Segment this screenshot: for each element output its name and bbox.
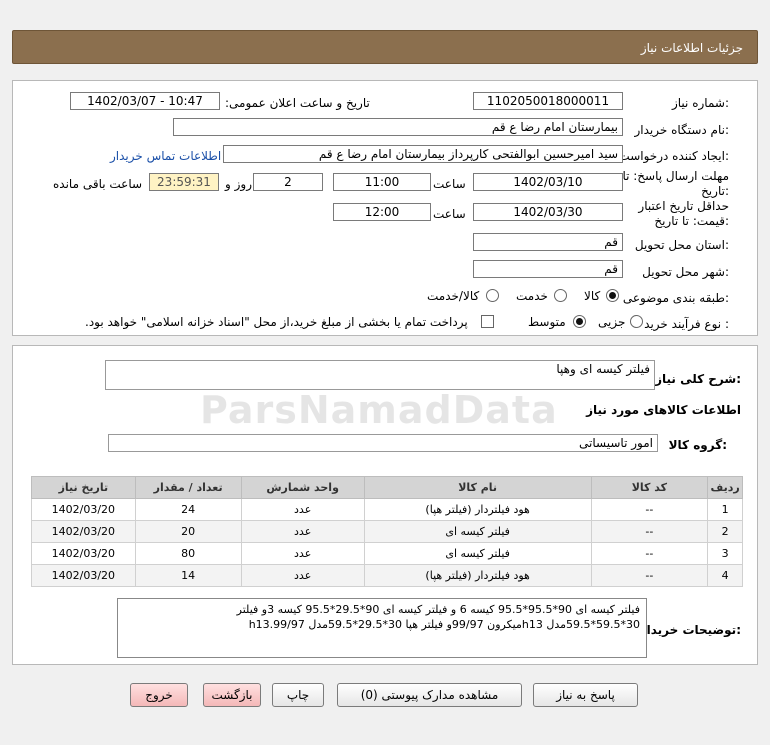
validity-label-2: قیمت: تا تاریخ: xyxy=(654,214,729,228)
page-title: جزئیات اطلاعات نیاز xyxy=(640,41,743,55)
cell-name: هود فیلتردار (فیلتر هپا) xyxy=(363,564,592,587)
table-row: 2 -- فیلتر کیسه ای عدد 20 1402/03/20 xyxy=(31,520,743,543)
cell-quantity: 24 xyxy=(134,498,242,521)
contact-info-link[interactable]: اطلاعات تماس خریدار xyxy=(110,149,221,163)
cell-unit: عدد xyxy=(240,520,365,543)
category-label: طبقه بندی موضوعی: xyxy=(622,291,729,305)
cell-row: 3 xyxy=(707,542,743,565)
cell-row: 4 xyxy=(707,564,743,587)
category-radio-goods[interactable] xyxy=(606,289,619,302)
cell-code: -- xyxy=(590,498,709,521)
summary-label: شرح کلی نیاز: xyxy=(655,372,741,386)
province-label: استان محل تحویل: xyxy=(634,238,729,252)
days-label: روز و xyxy=(225,177,252,191)
announce-field: 1402/03/07 - 10:47 xyxy=(70,92,220,110)
cell-code: -- xyxy=(590,564,709,587)
process-radio-medium[interactable] xyxy=(573,315,586,328)
goods-table-header: ردیف کد کالا نام کالا واحد شمارش تعداد /… xyxy=(31,476,743,499)
watermark-logo: ParsNamadData xyxy=(200,388,558,432)
cell-name: فیلتر کیسه ای xyxy=(363,520,592,543)
need-number-label: شماره نیاز: xyxy=(671,96,729,110)
process-option-minor: جزیی xyxy=(598,315,626,329)
col-date: تاریخ نیاز xyxy=(31,476,136,499)
cell-date: 1402/03/20 xyxy=(31,564,136,587)
treasury-payment-checkbox[interactable] xyxy=(481,315,494,328)
validity-time-label: ساعت xyxy=(433,207,466,221)
exit-button[interactable]: خروج xyxy=(130,683,188,707)
table-row: 4 -- هود فیلتردار (فیلتر هپا) عدد 14 140… xyxy=(31,564,743,587)
back-button[interactable]: بازگشت xyxy=(203,683,261,707)
announce-label: تاریخ و ساعت اعلان عمومی: xyxy=(225,96,370,110)
cell-name: هود فیلتردار (فیلتر هپا) xyxy=(363,498,592,521)
category-option-goods-service: کالا/خدمت xyxy=(427,289,480,303)
deadline-label: مهلت ارسال پاسخ: تا xyxy=(622,169,729,183)
cell-row: 1 xyxy=(707,498,743,521)
treasury-payment-note: پرداخت تمام یا بخشی از مبلغ خرید،از محل … xyxy=(85,315,468,329)
col-row: ردیف xyxy=(707,476,743,499)
request-info-panel: شماره نیاز: 1102050018000011 تاریخ و ساع… xyxy=(12,80,758,336)
cell-code: -- xyxy=(590,542,709,565)
print-button[interactable]: چاپ xyxy=(272,683,324,707)
buyer-notes-label: توضیحات خریدار: xyxy=(639,623,741,637)
validity-date-field: 1402/03/30 xyxy=(473,203,623,221)
goods-info-title: اطلاعات کالاهای مورد نیاز xyxy=(586,403,741,417)
table-row: 3 -- فیلتر کیسه ای عدد 80 1402/03/20 xyxy=(31,542,743,565)
buyer-notes-field: فیلتر کیسه ای 90*95.5*95.5 کیسه 6 و فیلت… xyxy=(117,598,647,658)
category-radio-service[interactable] xyxy=(554,289,567,302)
goods-table: ردیف کد کالا نام کالا واحد شمارش تعداد /… xyxy=(31,476,743,587)
buyer-notes-line-2: 30*59.5*59.5مدل h13میکرون 99/97و فیلتر ه… xyxy=(248,618,640,631)
cell-date: 1402/03/20 xyxy=(31,520,136,543)
process-label: نوع فرآیند خرید : xyxy=(644,317,729,331)
creator-field: سید امیرحسین ابوالفتحی کارپرداز بیمارستا… xyxy=(223,145,623,163)
cell-quantity: 14 xyxy=(134,564,242,587)
cell-unit: عدد xyxy=(240,542,365,565)
validity-time-field: 12:00 xyxy=(333,203,431,221)
category-radio-goods-service[interactable] xyxy=(486,289,499,302)
days-field: 2 xyxy=(253,173,323,191)
process-radio-minor[interactable] xyxy=(630,315,643,328)
category-option-service: خدمت xyxy=(516,289,548,303)
cell-unit: عدد xyxy=(240,498,365,521)
deadline-time-field: 11:00 xyxy=(333,173,431,191)
validity-label: حداقل تاریخ اعتبار xyxy=(638,199,729,213)
cell-name: فیلتر کیسه ای xyxy=(363,542,592,565)
deadline-label-2: تاریخ: xyxy=(701,184,729,198)
cell-date: 1402/03/20 xyxy=(31,498,136,521)
remaining-time-field: 23:59:31 xyxy=(149,173,219,191)
category-option-goods: کالا xyxy=(584,289,601,303)
need-number-field: 1102050018000011 xyxy=(473,92,623,110)
process-option-medium: متوسط xyxy=(528,315,566,329)
goods-group-label: گروه کالا: xyxy=(668,438,727,452)
summary-field: فیلتر کیسه ای وهپا xyxy=(105,360,655,390)
col-name: نام کالا xyxy=(363,476,592,499)
view-attachments-button[interactable]: مشاهده مدارک پیوستی (0) xyxy=(337,683,522,707)
col-unit: واحد شمارش xyxy=(240,476,365,499)
deadline-time-label: ساعت xyxy=(433,177,466,191)
buyer-notes-line-1: فیلتر کیسه ای 90*95.5*95.5 کیسه 6 و فیلت… xyxy=(236,603,640,616)
cell-code: -- xyxy=(590,520,709,543)
buyer-label: نام دستگاه خریدار: xyxy=(634,123,730,137)
col-code: کد کالا xyxy=(590,476,709,499)
remaining-label: ساعت باقی مانده xyxy=(53,177,143,191)
city-field: قم xyxy=(473,260,623,278)
cell-quantity: 80 xyxy=(134,542,242,565)
goods-group-field: امور تاسیساتی xyxy=(108,434,658,452)
city-label: شهر محل تحویل: xyxy=(642,265,729,279)
col-quantity: تعداد / مقدار xyxy=(134,476,242,499)
cell-quantity: 20 xyxy=(134,520,242,543)
buyer-field: بیمارستان امام رضا ع قم xyxy=(173,118,623,136)
cell-unit: عدد xyxy=(240,564,365,587)
cell-row: 2 xyxy=(707,520,743,543)
reply-button[interactable]: پاسخ به نیاز xyxy=(533,683,638,707)
page-header: جزئیات اطلاعات نیاز xyxy=(12,30,758,64)
creator-label: ایجاد کننده درخواست: xyxy=(618,149,729,163)
table-row: 1 -- هود فیلتردار (فیلتر هپا) عدد 24 140… xyxy=(31,498,743,521)
deadline-date-field: 1402/03/10 xyxy=(473,173,623,191)
province-field: قم xyxy=(473,233,623,251)
cell-date: 1402/03/20 xyxy=(31,542,136,565)
